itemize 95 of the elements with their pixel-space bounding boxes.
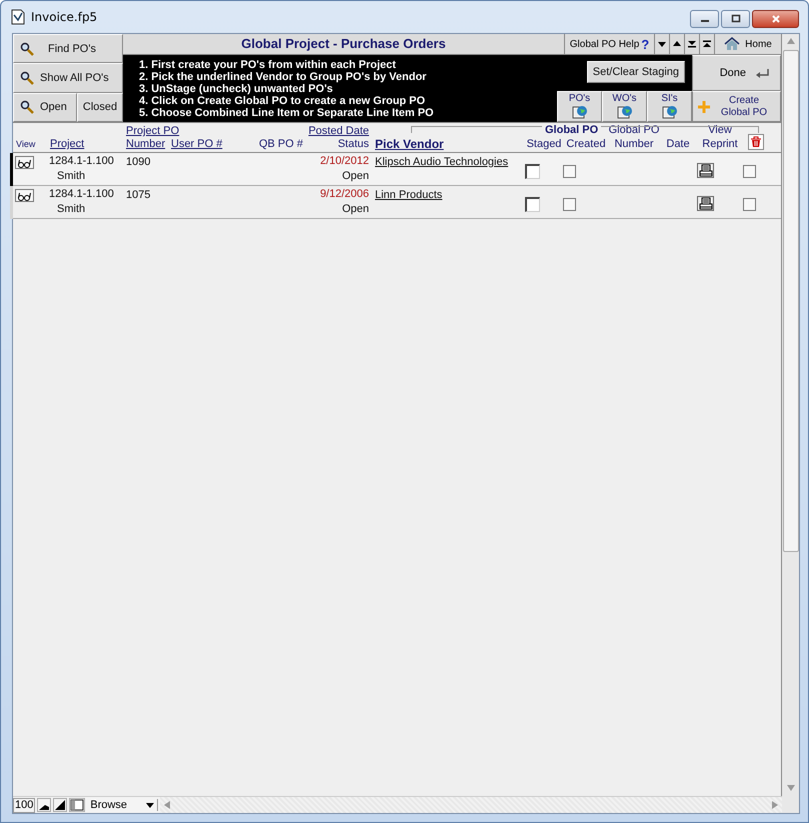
instruction-text: 5. Choose Combined Line Item or Separate Line Item PO — [139, 107, 435, 119]
sidebar-button[interactable]: Find PO's — [13, 34, 123, 64]
view-button[interactable] — [15, 156, 34, 169]
instruction-text: 2. Pick the underlined Vendor to Group PO's by Vendor — [139, 71, 428, 83]
po-number: 1090 — [126, 156, 150, 170]
printer-icon — [698, 196, 712, 210]
search-icon — [20, 42, 34, 56]
maximize-button[interactable] — [721, 10, 750, 28]
trash-icon — [750, 136, 762, 148]
vendor-link[interactable]: Klipsch Audio Technologies — [375, 156, 508, 185]
first-icon — [703, 40, 711, 48]
globe-document-icon — [572, 104, 588, 119]
status-text: Open — [342, 169, 369, 184]
close-icon — [770, 14, 780, 24]
project-number: 1284.1-1.100 — [49, 187, 115, 202]
column-heading[interactable]: Number — [126, 138, 166, 151]
previous-record-button[interactable] — [670, 34, 685, 54]
owner-name: Smith — [57, 202, 86, 217]
link-button[interactable]: WO's — [602, 91, 647, 122]
column-heading: Status — [338, 138, 369, 151]
help-button[interactable]: Global PO Help? — [565, 34, 655, 54]
column-heading[interactable]: User PO # — [171, 138, 222, 151]
staged-checkbox[interactable] — [525, 196, 540, 212]
last-icon — [688, 40, 696, 48]
glasses-icon — [17, 190, 32, 200]
created-checkbox[interactable] — [563, 164, 576, 178]
view-button[interactable] — [15, 189, 34, 202]
instruction-text: 3. UnStage (uncheck) unwanted PO's — [139, 83, 334, 95]
create-global-po-button[interactable]: Create Global PO — [692, 91, 781, 122]
globe-document-icon — [616, 104, 632, 119]
column-heading[interactable]: Project PO — [126, 125, 180, 138]
column-heading: Created — [566, 138, 606, 151]
column-heading: Date — [666, 138, 690, 151]
return-arrow-icon — [754, 67, 770, 79]
horizontal-scrollbar[interactable] — [160, 797, 782, 813]
minimize-button[interactable] — [690, 10, 719, 28]
sidebar-button[interactable]: Open — [13, 92, 77, 122]
print-button[interactable] — [697, 162, 714, 178]
glasses-icon — [17, 158, 32, 168]
link-button[interactable]: SI's — [647, 91, 692, 122]
close-button[interactable] — [752, 10, 799, 28]
staged-checkbox[interactable] — [525, 164, 540, 178]
sidebar-button[interactable]: Closed — [77, 92, 123, 122]
row-marker[interactable] — [10, 153, 13, 186]
last-record-button[interactable] — [685, 34, 700, 54]
posted-date: 9/12/2006 — [320, 187, 369, 202]
maximize-icon — [730, 14, 740, 24]
set-clear-staging-button[interactable]: Set/Clear Staging — [586, 61, 685, 83]
column-heading: Reprint — [702, 138, 738, 151]
delete-checkbox[interactable] — [743, 198, 756, 210]
print-button[interactable] — [697, 196, 714, 210]
up-triangle-icon — [673, 40, 681, 48]
column-heading: View — [16, 138, 36, 151]
zoom-in-icon[interactable] — [53, 798, 68, 812]
column-group-heading: Global PO — [542, 124, 602, 136]
column-heading: QB PO # — [258, 138, 303, 151]
done-button[interactable]: Done — [692, 55, 781, 91]
vendor-link[interactable]: Linn Products — [375, 189, 442, 218]
posted-date: 2/10/2012 — [320, 154, 369, 169]
status-area-icon[interactable] — [69, 798, 86, 812]
zoom-level[interactable]: 100 — [13, 798, 36, 812]
down-triangle-icon — [658, 40, 666, 48]
printer-icon — [698, 164, 712, 176]
created-checkbox[interactable] — [563, 198, 576, 210]
layout-title: Global Project - Purchase Orders — [123, 34, 565, 54]
next-record-button[interactable] — [655, 34, 670, 54]
scroll-left-icon[interactable] — [164, 801, 170, 809]
instruction-text: 1. First create your PO's from within each Project — [139, 59, 397, 71]
document-icon — [10, 9, 26, 25]
column-heading: Staged — [526, 138, 562, 151]
column-heading[interactable]: Project — [50, 138, 84, 151]
plus-icon — [698, 100, 710, 112]
po-number: 1075 — [126, 189, 150, 203]
owner-name: Smith — [57, 169, 86, 184]
globe-document-icon — [662, 104, 678, 119]
sidebar-button[interactable]: Show All PO's — [13, 63, 123, 93]
dropdown-arrow-icon — [146, 802, 154, 808]
zoom-out-icon[interactable] — [37, 798, 52, 812]
search-icon — [20, 100, 34, 114]
mode-dropdown[interactable]: Browse — [87, 799, 158, 811]
column-heading[interactable]: Pick Vendor — [375, 138, 444, 151]
first-record-button[interactable] — [700, 34, 715, 54]
scroll-right-icon[interactable] — [772, 801, 778, 809]
instruction-text: 4. Click on Create Global PO to create a new Group PO — [139, 95, 426, 107]
delete-checkbox[interactable] — [743, 164, 756, 178]
delete-button[interactable] — [748, 134, 764, 150]
column-heading: Number — [614, 138, 654, 151]
column-heading[interactable]: Posted Date — [308, 125, 369, 138]
search-icon — [20, 70, 34, 85]
project-number: 1284.1-1.100 — [49, 154, 115, 169]
home-button[interactable]: Home — [715, 34, 781, 54]
link-button[interactable]: PO's — [557, 91, 602, 122]
window-title: Invoice.fp5 — [31, 10, 98, 24]
house-icon — [724, 37, 740, 51]
status-text: Open — [342, 202, 369, 217]
